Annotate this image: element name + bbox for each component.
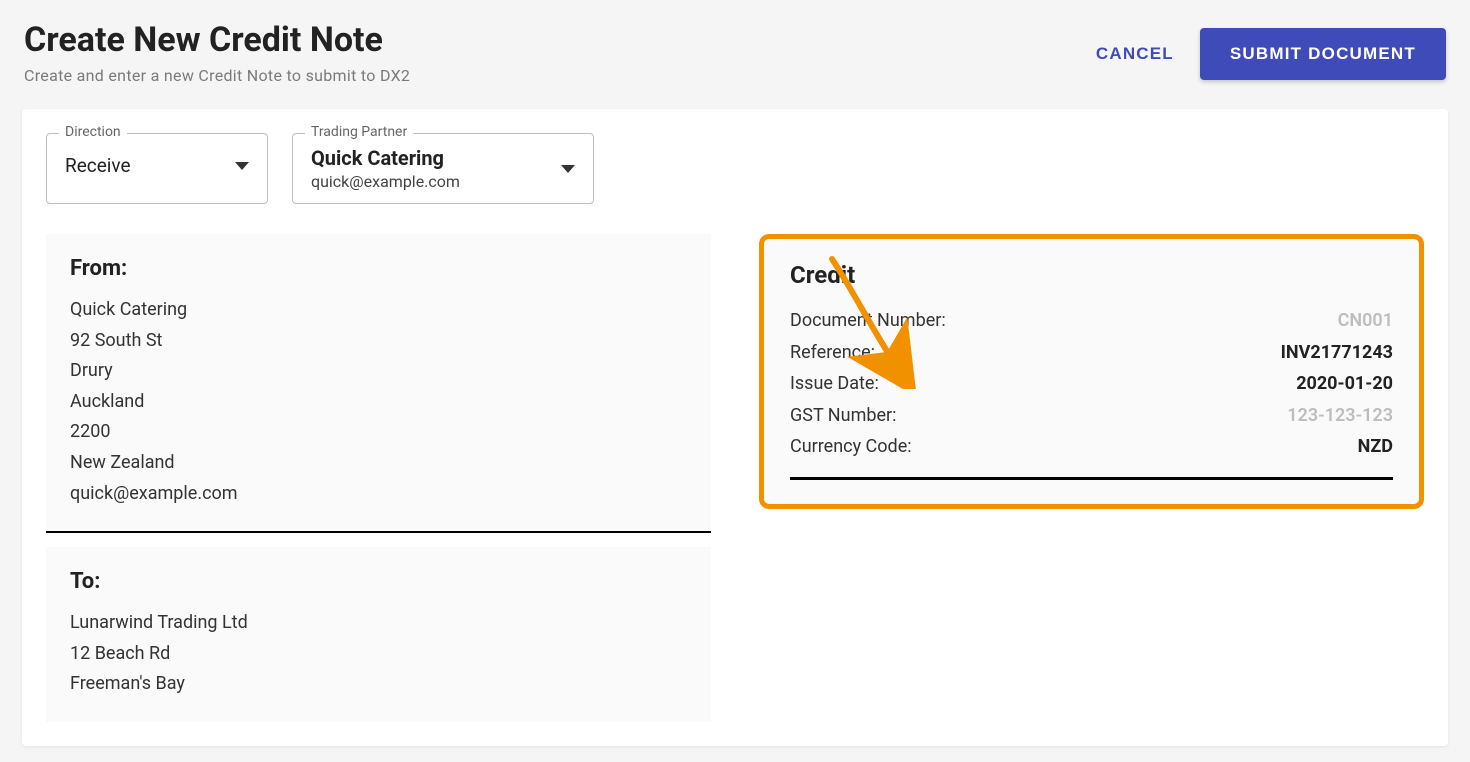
trading-partner-label: Trading Partner — [305, 124, 413, 140]
page-header: Create New Credit Note Create and enter … — [0, 0, 1470, 109]
from-panel: From: Quick Catering92 South StDruryAuck… — [46, 234, 711, 531]
address-line: Drury — [70, 356, 687, 387]
from-heading: From: — [70, 256, 687, 281]
page-header-left: Create New Credit Note Create and enter … — [24, 20, 1096, 85]
page-subtitle: Create and enter a new Credit Note to su… — [24, 66, 1096, 85]
address-line: Freeman's Bay — [70, 669, 687, 700]
credit-row-value[interactable]: INV21771243 — [1281, 337, 1393, 369]
credit-divider — [790, 477, 1393, 480]
page-title: Create New Credit Note — [24, 20, 1096, 60]
to-heading: To: — [70, 569, 687, 594]
cancel-button[interactable]: CANCEL — [1096, 44, 1174, 64]
direction-label: Direction — [59, 124, 127, 140]
trading-partner-email: quick@example.com — [311, 172, 460, 191]
form-card: Direction Receive Trading Partner Quick … — [22, 109, 1448, 746]
left-column: From: Quick Catering92 South StDruryAuck… — [46, 234, 711, 722]
direction-value: Receive — [65, 154, 131, 177]
credit-heading: Credit — [790, 261, 1393, 289]
credit-row: GST Number: 123-123-123 — [790, 400, 1393, 432]
credit-row-value[interactable]: 2020-01-20 — [1296, 368, 1393, 400]
credit-row-label: Issue Date: — [790, 368, 879, 400]
direction-select[interactable]: Direction Receive — [46, 133, 268, 204]
from-address: Quick Catering92 South StDruryAuckland22… — [70, 295, 687, 509]
chevron-down-icon — [235, 162, 249, 170]
credit-row: Document Number: CN001 — [790, 305, 1393, 337]
credit-row-label: Currency Code: — [790, 431, 912, 463]
credit-row-value[interactable]: 123-123-123 — [1287, 400, 1393, 432]
page-header-actions: CANCEL SUBMIT DOCUMENT — [1096, 20, 1446, 80]
submit-document-button[interactable]: SUBMIT DOCUMENT — [1200, 28, 1446, 80]
credit-row-label: GST Number: — [790, 400, 896, 432]
to-panel: To: Lunarwind Trading Ltd12 Beach RdFree… — [46, 547, 711, 722]
credit-row-label: Reference: — [790, 337, 875, 369]
credit-row: Reference: INV21771243 — [790, 337, 1393, 369]
credit-row-label: Document Number: — [790, 305, 946, 337]
chevron-down-icon — [561, 165, 575, 173]
address-line: New Zealand — [70, 448, 687, 479]
credit-row-value[interactable]: CN001 — [1338, 305, 1393, 337]
credit-panel: Credit Document Number: CN001 Reference: IN… — [759, 234, 1424, 509]
address-line: 2200 — [70, 417, 687, 448]
credit-rows: Document Number: CN001 Reference: INV217712… — [790, 305, 1393, 463]
to-address: Lunarwind Trading Ltd12 Beach RdFreeman'… — [70, 608, 687, 700]
address-line: Lunarwind Trading Ltd — [70, 608, 687, 639]
right-column: Credit Document Number: CN001 Reference: IN… — [759, 234, 1424, 509]
controls-row: Direction Receive Trading Partner Quick … — [46, 133, 1424, 204]
credit-row: Currency Code: NZD — [790, 431, 1393, 463]
details-columns: From: Quick Catering92 South StDruryAuck… — [46, 234, 1424, 722]
address-line: 12 Beach Rd — [70, 639, 687, 670]
address-line: Quick Catering — [70, 295, 687, 326]
address-line: Auckland — [70, 387, 687, 418]
address-line: quick@example.com — [70, 479, 687, 510]
credit-row-value[interactable]: NZD — [1358, 431, 1393, 463]
trading-partner-name: Quick Catering — [311, 146, 460, 170]
trading-partner-select[interactable]: Trading Partner Quick Catering quick@exa… — [292, 133, 594, 204]
credit-row: Issue Date: 2020-01-20 — [790, 368, 1393, 400]
address-line: 92 South St — [70, 326, 687, 357]
